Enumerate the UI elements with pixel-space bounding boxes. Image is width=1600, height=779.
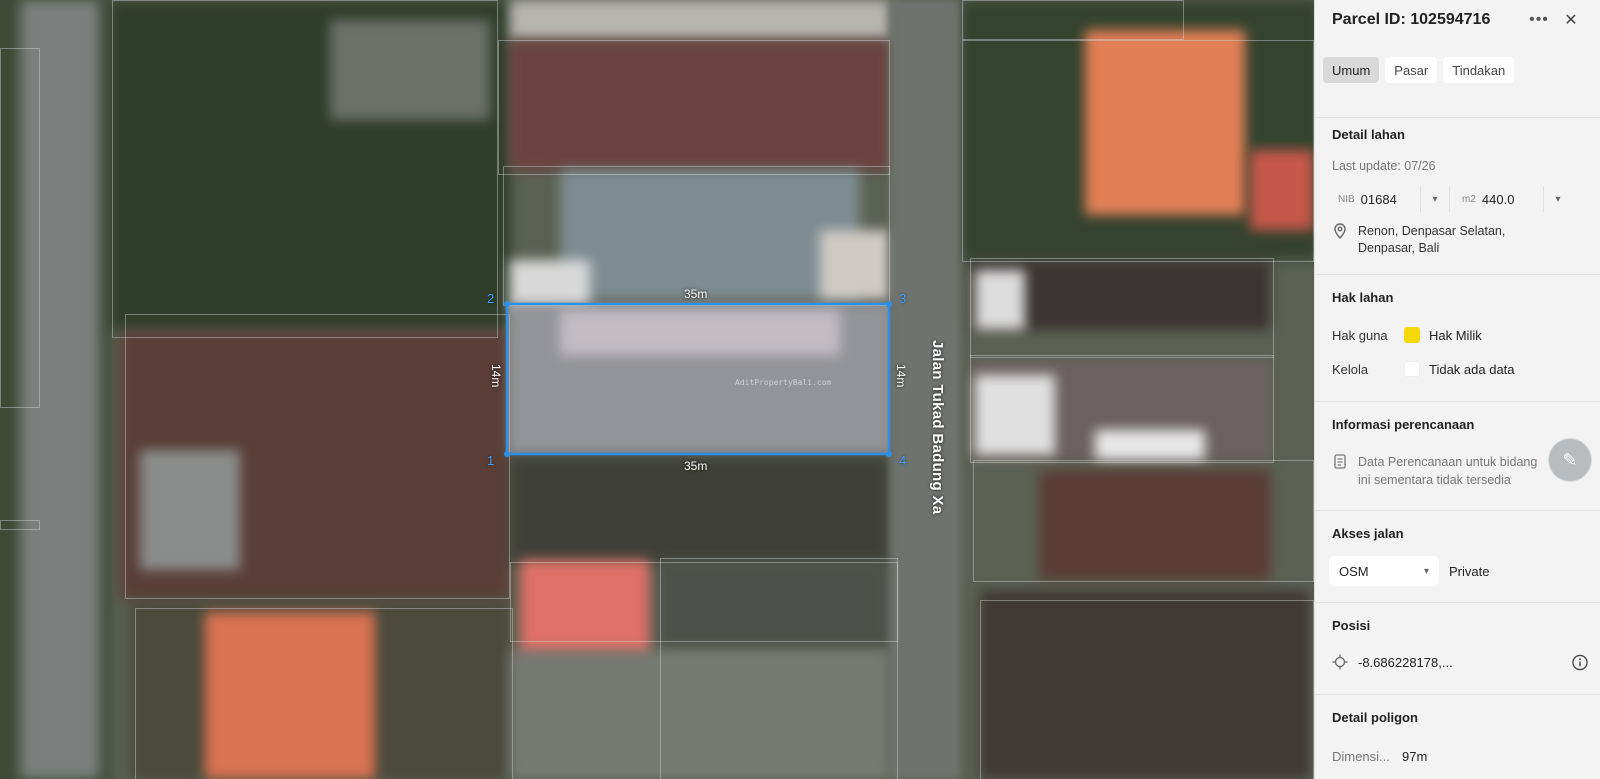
- section-akses-jalan: Akses jalan OSM ▾ Private: [1315, 511, 1600, 603]
- address-line-2: Denpasar, Bali: [1358, 241, 1440, 255]
- polygon-value: 97m: [1402, 749, 1428, 764]
- vertex-handle: [886, 451, 892, 457]
- section-posisi: Posisi -8.686228178,...: [1315, 603, 1600, 695]
- section-title: Detail poligon: [1332, 710, 1418, 725]
- hak-guna-value: Hak Milik: [1429, 327, 1482, 343]
- watermark: AditPropertyBali.com: [735, 378, 832, 387]
- chevron-down-icon: ▾: [1432, 193, 1438, 205]
- nib-dropdown[interactable]: ▾: [1421, 184, 1449, 214]
- chevron-down-icon: ▾: [1423, 565, 1429, 577]
- chevron-down-icon: ▾: [1555, 193, 1561, 205]
- pencil-icon: ✎: [1562, 449, 1578, 470]
- corner-label-2: 2: [487, 291, 495, 306]
- section-title: Hak lahan: [1332, 290, 1394, 305]
- section-title: Posisi: [1332, 618, 1371, 633]
- road-source-value: OSM: [1339, 563, 1369, 579]
- nib-select[interactable]: NIB 01684: [1318, 184, 1420, 214]
- vertex-handle: [504, 451, 510, 457]
- status-swatch: [1404, 327, 1420, 343]
- area-value: 440.0: [1481, 191, 1515, 207]
- vertex-handle: [886, 301, 892, 307]
- dimension-left: 14m: [489, 364, 503, 388]
- nib-value: 01684: [1360, 191, 1397, 207]
- road-label: Jalan Tukad Badung Xa: [929, 340, 946, 515]
- section-detail-lahan: Detail lahan Last update: 07/26 NIB 0168…: [1315, 105, 1600, 275]
- road-source-select[interactable]: OSM ▾: [1329, 556, 1439, 586]
- section-detail-poligon: Detail poligon Dimensi... 97m: [1315, 695, 1600, 779]
- kelola-key: Kelola: [1332, 361, 1369, 377]
- hak-guna-row: Hak guna Hak Milik: [1332, 318, 1583, 352]
- document-icon: [1332, 453, 1348, 469]
- dimension-right: 14m: [894, 364, 908, 388]
- position-value: -8.686228178,...: [1358, 654, 1453, 670]
- tab-pasar[interactable]: Pasar: [1385, 57, 1438, 83]
- corner-label-3: 3: [899, 291, 907, 306]
- info-icon[interactable]: [1572, 654, 1588, 670]
- status-swatch: [1404, 361, 1420, 377]
- selected-parcel-polygon[interactable]: [0, 0, 1314, 779]
- close-icon[interactable]: ✕: [1558, 10, 1584, 30]
- area-label: m2: [1462, 193, 1476, 205]
- more-horizontal-icon[interactable]: •••: [1526, 11, 1552, 29]
- location-pin-icon: [1332, 223, 1348, 239]
- kelola-row: Kelola Tidak ada data: [1332, 352, 1583, 386]
- edit-fab-button[interactable]: ✎: [1548, 438, 1592, 482]
- section-title: Informasi perencanaan: [1332, 417, 1475, 432]
- hak-guna-key: Hak guna: [1332, 327, 1388, 343]
- nib-label: NIB: [1338, 193, 1355, 205]
- last-update: Last update: 07/26: [1332, 159, 1436, 173]
- section-title: Akses jalan: [1332, 526, 1404, 541]
- parcel-panel: Parcel ID: 102594716 ••• ✕ Umum Pasar Ti…: [1314, 0, 1600, 779]
- section-hak-lahan: Hak lahan Hak guna Hak Milik Kelola Tida…: [1315, 275, 1600, 402]
- vertex-handle: [504, 301, 510, 307]
- planning-text-line-2: ini sementara tidak tersedia: [1358, 473, 1511, 487]
- kelola-value: Tidak ada data: [1429, 361, 1515, 377]
- section-title: Detail lahan: [1332, 127, 1405, 142]
- crosshair-icon: [1332, 654, 1348, 670]
- area-select[interactable]: m2 440.0: [1450, 184, 1543, 214]
- planning-text-line-1: Data Perencanaan untuk bidang: [1358, 455, 1538, 469]
- address-line-1: Renon, Denpasar Selatan,: [1358, 224, 1506, 238]
- area-dropdown[interactable]: ▾: [1544, 184, 1572, 214]
- corner-label-1: 1: [487, 453, 495, 468]
- dimension-bottom: 35m: [684, 459, 708, 473]
- panel-title: Parcel ID: 102594716: [1332, 11, 1491, 28]
- corner-label-4: 4: [899, 453, 907, 468]
- tab-tindakan[interactable]: Tindakan: [1443, 57, 1515, 83]
- dimension-top: 35m: [684, 287, 708, 301]
- tab-umum[interactable]: Umum: [1323, 57, 1380, 83]
- polygon-key: Dimensi...: [1332, 749, 1390, 764]
- road-access-value: Private: [1449, 563, 1490, 579]
- satellite-map[interactable]: 35m 35m 14m 14m 1 2 3 4 AditPropertyBali…: [0, 0, 1314, 779]
